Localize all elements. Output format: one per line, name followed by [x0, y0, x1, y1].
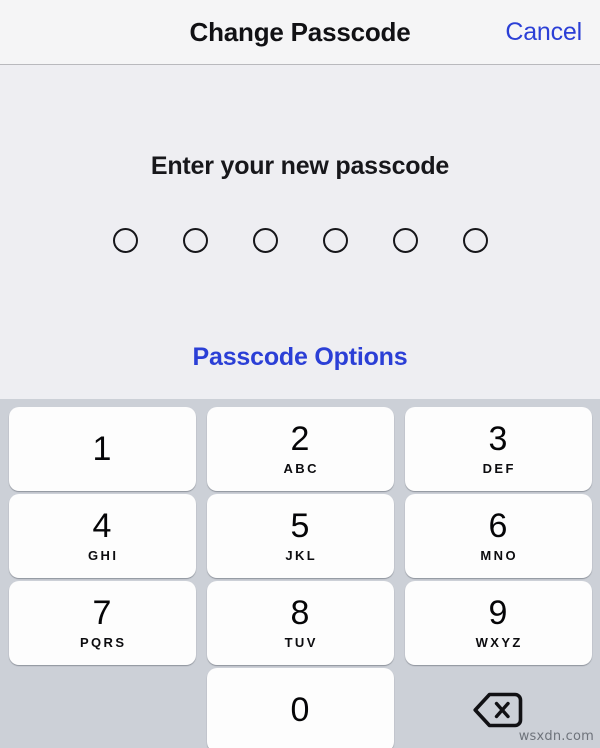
- backspace-icon: [472, 691, 524, 729]
- key-letters: PQRS: [79, 634, 127, 650]
- keypad-row: 0: [0, 668, 600, 748]
- keypad-key-1[interactable]: 1: [8, 407, 196, 491]
- navigation-bar: Change Passcode Cancel: [0, 0, 600, 65]
- passcode-dot: [182, 228, 208, 253]
- key-letters: TUV: [284, 634, 318, 650]
- keypad-key-5[interactable]: 5 JKL: [206, 494, 394, 578]
- cancel-button[interactable]: Cancel: [505, 0, 582, 64]
- keypad-key-6[interactable]: 6 MNO: [404, 494, 592, 578]
- keypad-key-8[interactable]: 8 TUV: [206, 581, 394, 665]
- passcode-content-area: Enter your new passcode Passcode Options: [0, 65, 600, 399]
- key-digit: 7: [92, 593, 112, 632]
- key-digit: 5: [290, 506, 310, 545]
- passcode-dots: [0, 228, 600, 253]
- keypad-key-2[interactable]: 2 ABC: [206, 407, 394, 491]
- passcode-dot: [322, 228, 348, 253]
- keypad-key-7[interactable]: 7 PQRS: [8, 581, 196, 665]
- key-letters: MNO: [480, 547, 518, 563]
- prompt-text: Enter your new passcode: [150, 152, 450, 180]
- key-letters: JKL: [285, 547, 318, 563]
- key-digit: 1: [92, 430, 112, 468]
- passcode-options-link[interactable]: Passcode Options: [0, 343, 600, 372]
- keypad-key-9[interactable]: 9 WXYZ: [404, 581, 592, 665]
- key-letters: WXYZ: [475, 634, 523, 650]
- passcode-dot: [252, 228, 278, 253]
- keypad-key-3[interactable]: 3 DEF: [404, 407, 592, 491]
- key-digit: 9: [488, 593, 508, 632]
- numeric-keypad: 1 2 ABC 3 DEF 4 GHI 5 JKL 6 MNO 7 PQRS 8…: [0, 399, 600, 748]
- key-digit: 3: [488, 419, 508, 458]
- keypad-row: 4 GHI 5 JKL 6 MNO: [0, 494, 600, 578]
- passcode-dot: [112, 228, 138, 253]
- key-digit: 2: [290, 419, 310, 458]
- key-digit: 4: [92, 506, 112, 545]
- keypad-key-0[interactable]: 0: [206, 668, 394, 748]
- key-letters: DEF: [482, 460, 516, 476]
- keypad-row: 7 PQRS 8 TUV 9 WXYZ: [0, 581, 600, 665]
- key-digit: 6: [488, 506, 508, 545]
- key-letters: ABC: [283, 460, 319, 476]
- watermark: wsxdn.com: [518, 729, 594, 744]
- key-digit: 8: [290, 593, 310, 632]
- keypad-spacer: [9, 668, 196, 748]
- keypad-key-4[interactable]: 4 GHI: [8, 494, 196, 578]
- key-digit: 0: [290, 691, 310, 729]
- passcode-dot: [392, 228, 418, 253]
- change-passcode-screen: Change Passcode Cancel Enter your new pa…: [0, 0, 600, 748]
- key-letters: GHI: [88, 547, 119, 563]
- keypad-row: 1 2 ABC 3 DEF: [0, 407, 600, 491]
- passcode-dot: [462, 228, 488, 253]
